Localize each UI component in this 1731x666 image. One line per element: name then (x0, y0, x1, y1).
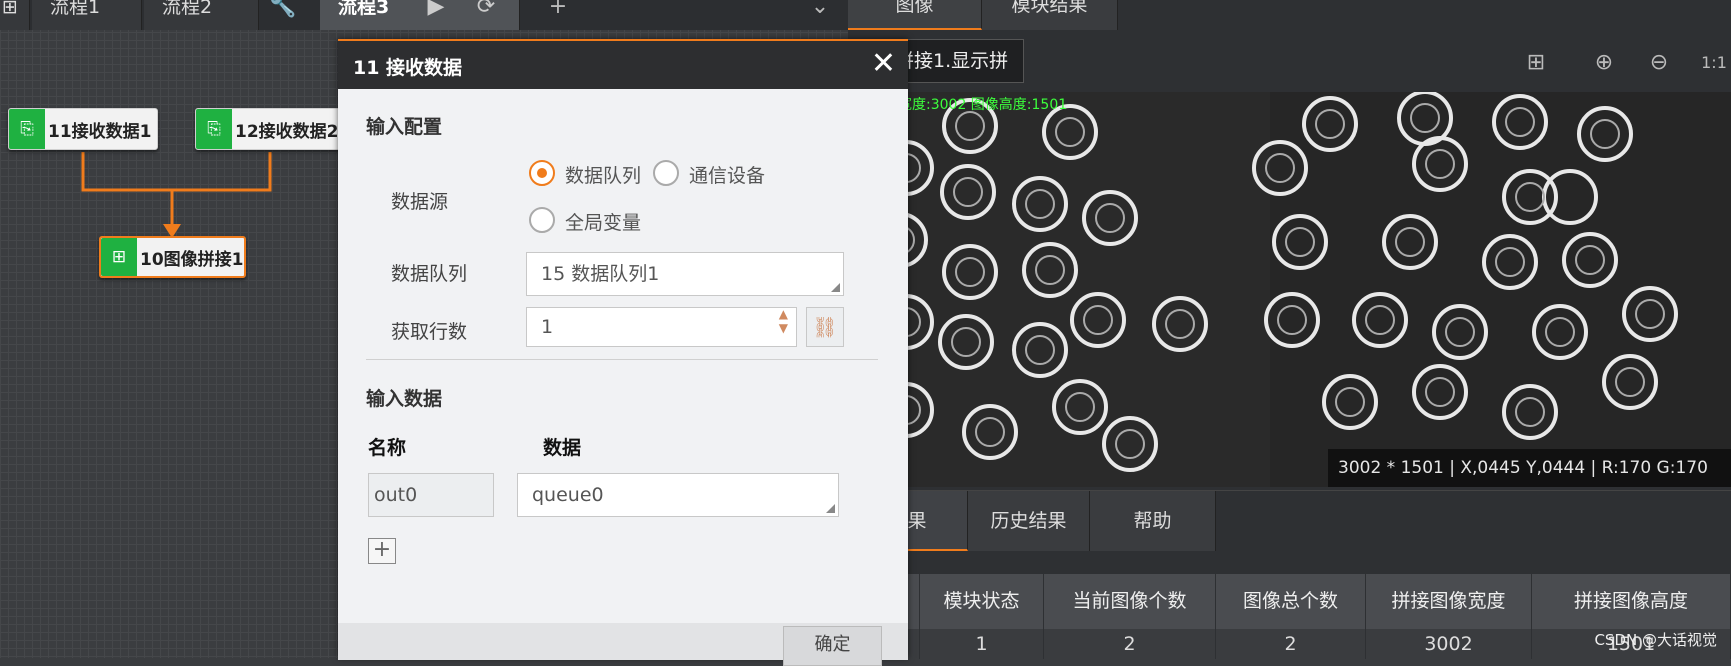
washers-image (870, 92, 1731, 487)
queue-value: 15 数据队列1 (541, 263, 660, 285)
section-input-config: 输入配置 (366, 116, 443, 138)
image-toolbar: 图像拼接1.显示拼 ⊞ ⊕ ⊖ 1:1 (844, 31, 1731, 91)
rows-stepper[interactable]: 1 ▲ ▼ (526, 307, 797, 347)
name-field[interactable]: out0 (368, 473, 494, 517)
col-header: 图像总个数 (1216, 574, 1366, 629)
col-header: 拼接图像宽度 (1366, 574, 1532, 629)
receive-data-icon: ⎘ (9, 109, 45, 149)
stepper-arrows-icon[interactable]: ▲ ▼ (779, 307, 788, 335)
option-label: 数据队列 (565, 165, 642, 187)
col-name-header: 名称 (368, 437, 407, 459)
node-receive-data-2[interactable]: ⎘ 12接收数据2 (195, 108, 345, 150)
watermark: CSDN @大话视觉 (1594, 631, 1717, 649)
actual-size-icon[interactable]: 1:1 (1699, 49, 1729, 79)
right-panel: 图像 模块结果 图像拼接1.显示拼 ⊞ ⊕ ⊖ 1:1 图像宽度:3002 图像… (828, 0, 1731, 659)
resize-corner-icon (826, 504, 835, 513)
add-row-button[interactable]: + (368, 538, 396, 564)
divider (366, 359, 878, 360)
rows-value: 1 (541, 316, 554, 338)
tab-help[interactable]: 帮助 (1090, 491, 1216, 551)
resize-corner-icon (831, 283, 840, 292)
node-label: 12接收数据2 (235, 121, 339, 142)
node-image-stitch-1[interactable]: ⊞ 10图像拼接1 (99, 236, 246, 278)
data-source-label: 数据源 (391, 191, 449, 213)
fit-window-icon[interactable]: ⊞ (1521, 49, 1551, 79)
receive-data-icon: ⎘ (196, 109, 232, 149)
option-label: 通信设备 (689, 165, 766, 187)
stitched-image (870, 92, 1731, 487)
rows-label: 获取行数 (391, 321, 468, 343)
table-cell: 2 (1044, 629, 1216, 659)
col-data-header: 数据 (543, 437, 582, 459)
image-stitch-icon: ⊞ (101, 238, 137, 276)
close-icon[interactable]: ✕ (871, 47, 896, 81)
node-receive-data-1[interactable]: ⎘ 11接收数据1 (8, 108, 158, 150)
table-cell: 1 (920, 629, 1044, 659)
pixel-status: 3002 * 1501 | X,0445 Y,0444 | R:170 G:17… (1328, 449, 1731, 487)
radio-global-variable[interactable] (529, 207, 555, 233)
col-header: 模块状态 (920, 574, 1044, 629)
receive-data-dialog: 11 接收数据 ✕ 输入配置 数据源 数据队列 通信设备 全局变量 数据队列 1… (338, 39, 908, 666)
node-label: 10图像拼接1 (140, 249, 244, 270)
radio-comm-device[interactable] (653, 160, 679, 186)
option-label: 全局变量 (565, 212, 642, 234)
queue-select[interactable]: 15 数据队列1 (526, 252, 844, 296)
ok-button[interactable]: 确定 (783, 626, 882, 666)
name-value: out0 (374, 484, 418, 506)
table-cell: 3002 (1366, 629, 1532, 659)
section-input-data: 输入数据 (366, 388, 443, 410)
image-viewport[interactable]: 图像宽度:3002 图像高度:1501 3002 * 1501 | X,0445… (848, 92, 1731, 487)
zoom-out-icon[interactable]: ⊖ (1644, 49, 1674, 79)
data-field[interactable]: queue0 (517, 473, 839, 517)
tab-image[interactable]: 图像 (848, 0, 982, 30)
col-header: 当前图像个数 (1044, 574, 1216, 629)
col-header: 拼接图像高度 (1532, 574, 1731, 629)
tab-module-result[interactable]: 模块结果 (982, 0, 1118, 30)
dialog-title: 11 接收数据 (353, 57, 463, 79)
dialog-header: 11 接收数据 ✕ (338, 41, 908, 89)
link-icon[interactable]: ⛓ (806, 307, 844, 347)
data-value: queue0 (532, 484, 604, 506)
tab-history-result[interactable]: 历史结果 (968, 491, 1090, 551)
radio-data-queue[interactable] (529, 160, 555, 186)
table-cell: 2 (1216, 629, 1366, 659)
node-label: 11接收数据1 (48, 121, 152, 142)
zoom-in-icon[interactable]: ⊕ (1589, 49, 1619, 79)
queue-label: 数据队列 (391, 263, 468, 285)
result-tabs: 结果 历史结果 帮助 (848, 490, 1731, 551)
